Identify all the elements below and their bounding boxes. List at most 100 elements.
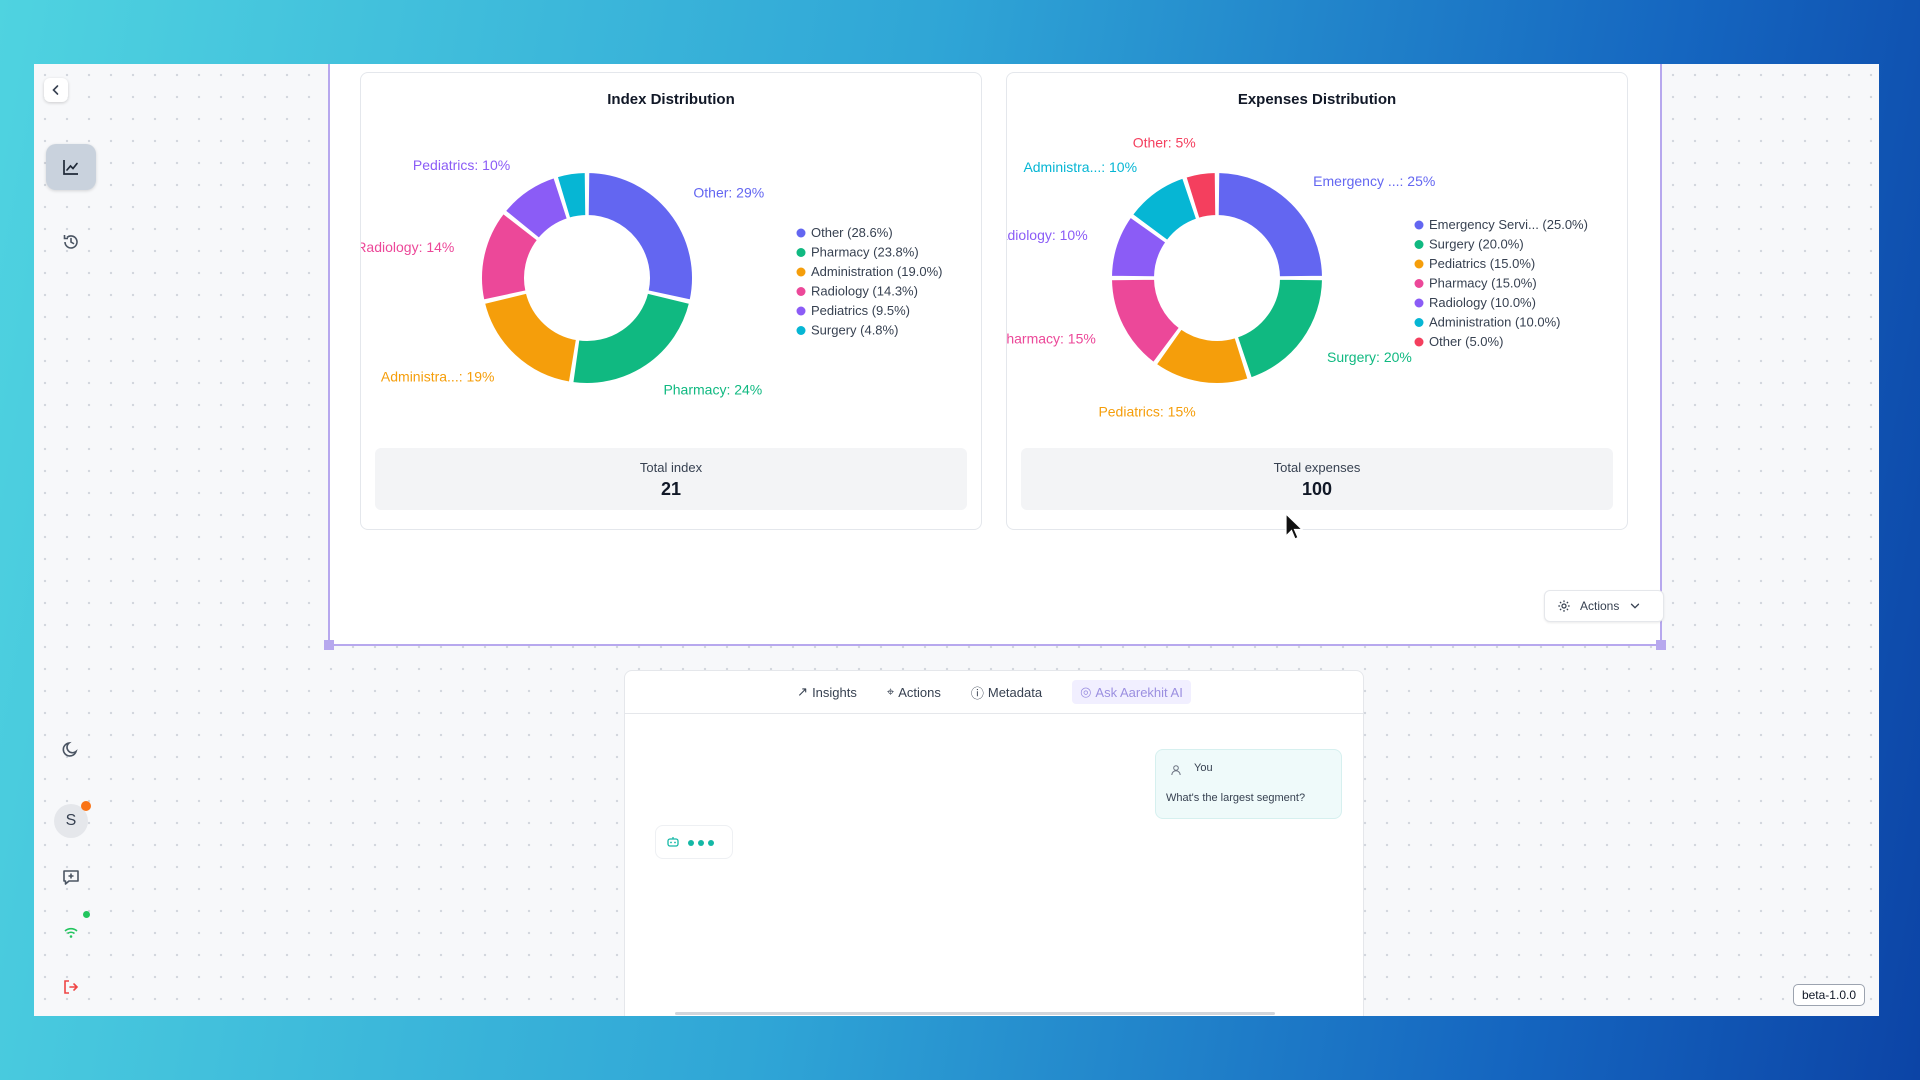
version-badge: beta-1.0.0 (1792, 984, 1865, 1006)
legend-item[interactable]: Other (28.6%) (811, 225, 893, 240)
legend-swatch (1414, 279, 1424, 288)
message-author: You (1194, 762, 1213, 774)
resize-handle[interactable] (1656, 640, 1666, 650)
logout-button[interactable] (46, 964, 96, 1010)
line-chart-icon (63, 160, 78, 175)
legend-swatch (1414, 298, 1424, 308)
tab-label: Metadata (987, 684, 1043, 700)
resize-handle[interactable] (324, 640, 334, 650)
ai-icon: ◎ (1080, 684, 1092, 699)
index-donut-chart: Other: 29% Pharmacy: 24% Administra...: 19… (361, 157, 943, 398)
legend-swatch (1414, 259, 1424, 269)
assistant-tabs: ↗ Insights ⌖ Actions ⓘ Metadata ◎ Ask Aa… (625, 671, 1363, 714)
typing-dots (688, 833, 718, 851)
total-label: Total expenses (1273, 460, 1361, 475)
actions-dropdown-button[interactable]: Actions (1544, 590, 1664, 622)
chevron-left-icon (52, 85, 59, 95)
legend-item[interactable]: Pediatrics (9.5%) (811, 303, 910, 318)
dashboard-panel: Index Distribution Other: 29% Pharmacy: 2… (324, 64, 1666, 650)
sidebar-item-history[interactable] (46, 219, 96, 265)
chat-scrollbar[interactable] (675, 1012, 1275, 1015)
total-label: Total index (639, 460, 703, 475)
tab-label: Ask Aarekhit AI (1095, 684, 1183, 700)
sidebar: S (34, 64, 108, 1016)
bot-icon (667, 837, 679, 847)
legend-swatch (796, 287, 806, 296)
legend-item[interactable]: Pediatrics (15.0%) (1429, 256, 1535, 271)
legend-swatch (796, 248, 806, 257)
collapse-sidebar-button[interactable] (44, 78, 68, 102)
user-avatar[interactable]: S (54, 801, 91, 838)
legend-swatch (1414, 220, 1424, 230)
total-index-box: Total index 21 (375, 448, 967, 510)
donut-slice-1[interactable] (571, 291, 692, 385)
tab-label: Actions (898, 684, 941, 700)
user-icon (1171, 765, 1181, 776)
moon-icon (62, 741, 78, 757)
donut-slice-0[interactable] (1216, 170, 1325, 279)
slice-label: Pediatrics: 10% (413, 157, 510, 173)
app-window: S Index Distribution Other: 29% Pharmacy:… (34, 64, 1879, 1016)
slice-label: Pediatrics: 15% (1098, 403, 1195, 419)
total-expenses-box: Total expenses 100 (1021, 448, 1613, 510)
legend-item[interactable]: Radiology (10.0%) (1429, 295, 1536, 310)
slice-label: Administra...: 10% (1023, 159, 1137, 175)
donut-slice-0[interactable] (586, 170, 694, 302)
donut-slice-1[interactable] (1235, 277, 1325, 380)
legend-item[interactable]: Pharmacy (23.8%) (811, 245, 919, 260)
legend-swatch (796, 228, 806, 238)
feedback-button[interactable] (46, 854, 96, 900)
slice-label: Other: 5% (1133, 135, 1196, 151)
slice-label: Radiology: 14% (361, 239, 454, 255)
legend-swatch (796, 306, 806, 316)
legend-item[interactable]: Emergency Servi... (25.0%) (1429, 217, 1588, 232)
notification-dot (81, 801, 91, 811)
chevron-down-icon (1631, 603, 1640, 609)
legend-swatch (1414, 318, 1424, 327)
logout-icon (64, 980, 79, 994)
total-value: 21 (660, 479, 682, 499)
legend-swatch (1414, 337, 1424, 347)
slice-label: Radiology: 10% (1007, 227, 1088, 243)
actions-label: Actions (1580, 599, 1620, 613)
mouse-cursor-icon (1285, 512, 1304, 540)
legend-swatch (1414, 240, 1424, 249)
donut-slice-2[interactable] (482, 291, 579, 384)
avatar-initial: S (65, 812, 77, 829)
legend-item[interactable]: Radiology (14.3%) (811, 284, 918, 299)
tab-metadata[interactable]: ⓘ Metadata (971, 683, 1042, 702)
wifi-icon (64, 927, 78, 938)
online-dot (83, 911, 90, 918)
legend-item[interactable]: Other (5.0%) (1429, 334, 1503, 349)
user-message-bubble: You What's the largest segment? (1155, 749, 1342, 819)
slice-label: Surgery: 20% (1327, 349, 1412, 365)
legend-swatch (796, 267, 806, 277)
tab-insights[interactable]: ↗ Insights (797, 684, 857, 700)
expenses-distribution-card: Expenses Distribution Emergency ...: 25%… (1006, 72, 1628, 530)
slice-label: Emergency ...: 25% (1313, 173, 1435, 189)
legend-item[interactable]: Administration (10.0%) (1429, 315, 1561, 330)
assistant-typing-indicator (655, 825, 733, 859)
legend-item[interactable]: Administration (19.0%) (811, 264, 943, 279)
target-icon: ⌖ (886, 684, 895, 699)
message-plus-icon (63, 870, 79, 885)
index-distribution-card: Index Distribution Other: 29% Pharmacy: 2… (360, 72, 982, 530)
tab-label: Insights (812, 684, 857, 700)
legend-swatch (796, 326, 806, 335)
slice-label: Pharmacy: 24% (663, 381, 762, 397)
message-text: What's the largest segment? (1166, 792, 1306, 804)
sidebar-item-analytics[interactable] (46, 144, 96, 190)
history-icon (63, 235, 78, 249)
slice-label: Administra...: 19% (381, 369, 495, 385)
connection-status-button[interactable] (46, 909, 96, 955)
tab-ask-ai[interactable]: ◎ Ask Aarekhit AI (1072, 680, 1191, 704)
info-icon: ⓘ (970, 685, 984, 701)
slice-label: Other: 29% (693, 184, 764, 200)
legend-item[interactable]: Surgery (4.8%) (811, 323, 898, 338)
expenses-donut-chart: Emergency ...: 25% Surgery: 20% Pediatrics… (1007, 135, 1588, 420)
tab-actions[interactable]: ⌖ Actions (887, 684, 941, 700)
theme-toggle-button[interactable] (46, 726, 96, 772)
gear-icon (1558, 600, 1570, 612)
legend-item[interactable]: Pharmacy (15.0%) (1429, 276, 1537, 291)
legend-item[interactable]: Surgery (20.0%) (1429, 237, 1524, 252)
